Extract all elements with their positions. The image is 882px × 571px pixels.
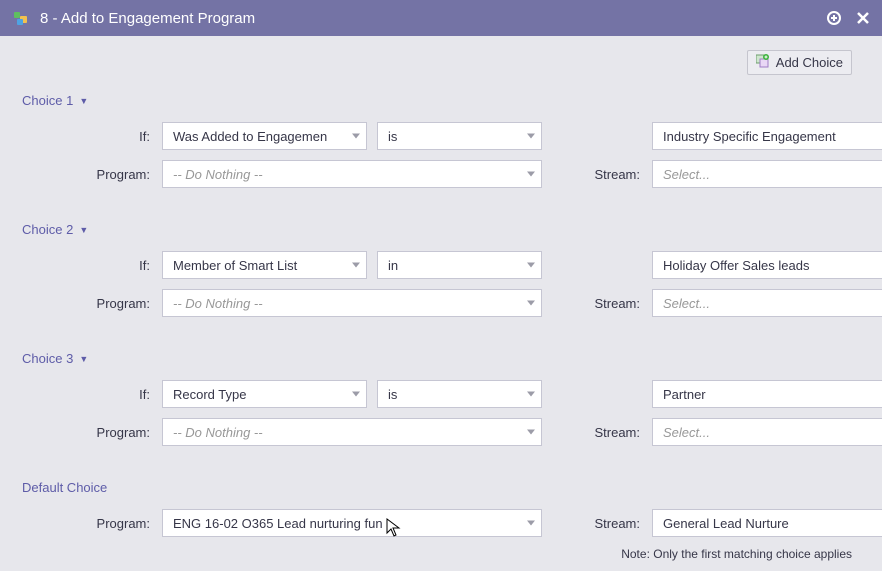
stream-label: Stream: bbox=[552, 516, 642, 531]
if-label: If: bbox=[22, 387, 152, 402]
close-icon[interactable] bbox=[856, 11, 870, 25]
choice-header-3[interactable]: Choice 3 ▼ bbox=[22, 351, 860, 366]
collapse-icon: ▼ bbox=[79, 225, 88, 235]
if-label: If: bbox=[22, 129, 152, 144]
default-stream-dropdown[interactable]: General Lead Nurture bbox=[652, 509, 882, 537]
default-choice-header: Default Choice bbox=[22, 480, 860, 495]
if-field-dropdown[interactable]: Member of Smart List bbox=[162, 251, 367, 279]
if-label: If: bbox=[22, 258, 152, 273]
program-label: Program: bbox=[22, 425, 152, 440]
program-label: Program: bbox=[22, 516, 152, 531]
choice-header-1[interactable]: Choice 1 ▼ bbox=[22, 93, 860, 108]
program-dropdown[interactable]: -- Do Nothing -- bbox=[162, 160, 542, 188]
choice-header-2[interactable]: Choice 2 ▼ bbox=[22, 222, 860, 237]
add-choice-label: Add Choice bbox=[776, 55, 843, 70]
if-value-dropdown[interactable]: Industry Specific Engagement bbox=[652, 122, 882, 150]
if-value-dropdown[interactable]: Holiday Offer Sales leads bbox=[652, 251, 882, 279]
stream-label: Stream: bbox=[552, 167, 642, 182]
if-operator-dropdown[interactable]: is bbox=[377, 380, 542, 408]
add-choice-icon bbox=[756, 54, 770, 71]
stream-label: Stream: bbox=[552, 425, 642, 440]
add-choice-button[interactable]: Add Choice bbox=[747, 50, 852, 75]
program-dropdown[interactable]: -- Do Nothing -- bbox=[162, 289, 542, 317]
default-program-dropdown[interactable]: ENG 16-02 O365 Lead nurturing fun bbox=[162, 509, 542, 537]
program-label: Program: bbox=[22, 167, 152, 182]
program-dropdown[interactable]: -- Do Nothing -- bbox=[162, 418, 542, 446]
new-window-icon[interactable] bbox=[826, 10, 842, 26]
choice-title: Choice 1 bbox=[22, 93, 73, 108]
stream-dropdown[interactable]: Select... bbox=[652, 160, 882, 188]
collapse-icon: ▼ bbox=[79, 96, 88, 106]
title-bar: 8 - Add to Engagement Program bbox=[0, 0, 882, 36]
if-field-dropdown[interactable]: Record Type bbox=[162, 380, 367, 408]
if-operator-dropdown[interactable]: in bbox=[377, 251, 542, 279]
if-operator-dropdown[interactable]: is bbox=[377, 122, 542, 150]
stream-label: Stream: bbox=[552, 296, 642, 311]
window-title: 8 - Add to Engagement Program bbox=[40, 10, 255, 27]
default-choice-title: Default Choice bbox=[22, 480, 107, 495]
footer-note: Note: Only the first matching choice app… bbox=[22, 547, 860, 561]
stream-dropdown[interactable]: Select... bbox=[652, 289, 882, 317]
if-value-dropdown[interactable]: Partner bbox=[652, 380, 882, 408]
choice-title: Choice 2 bbox=[22, 222, 73, 237]
choice-title: Choice 3 bbox=[22, 351, 73, 366]
stream-dropdown[interactable]: Select... bbox=[652, 418, 882, 446]
app-icon bbox=[12, 9, 30, 27]
collapse-icon: ▼ bbox=[79, 354, 88, 364]
if-field-dropdown[interactable]: Was Added to Engagemen bbox=[162, 122, 367, 150]
program-label: Program: bbox=[22, 296, 152, 311]
